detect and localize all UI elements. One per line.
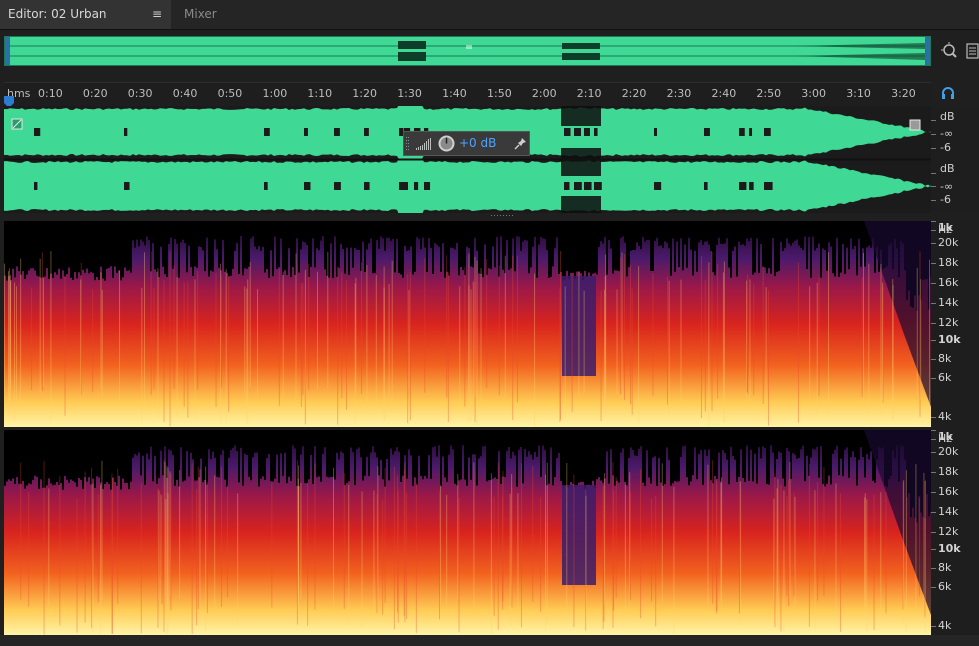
hz-label: 14k (938, 296, 959, 309)
spectral-display-ch1[interactable] (4, 221, 931, 427)
db-scale: dB -∞ -6 dB -∞ -6 (931, 106, 979, 213)
hz-label: 12k (938, 525, 959, 538)
ruler-label: 3:20 (891, 87, 916, 100)
ruler-label: 1:40 (442, 87, 467, 100)
ruler-label: 2:10 (576, 87, 602, 100)
hz-scale-ch2: Hz 20k 18k 16k 14k 12k 10k 8k 6k 4k 1k (931, 430, 979, 635)
overview-right-handle[interactable] (925, 37, 930, 65)
overview-left-handle[interactable] (5, 37, 10, 65)
hz-label: 8k (938, 352, 952, 365)
spectral-display-ch2[interactable] (4, 430, 931, 635)
pin-icon[interactable] (514, 137, 527, 150)
hz-label: 8k (938, 561, 952, 574)
hz-label: 1k (938, 430, 953, 443)
hz-label: 20k (938, 445, 959, 458)
db-unit-ch1: dB (940, 110, 955, 123)
ruler-label: 2:00 (531, 87, 557, 100)
ruler-label: 0:50 (217, 87, 243, 100)
ruler-label: 0:40 (172, 87, 198, 100)
ruler-label: 1:50 (487, 87, 512, 100)
ruler-label: 1:00 (262, 87, 288, 100)
zoom-tool-icon[interactable] (940, 42, 958, 60)
volume-knob-icon[interactable] (438, 135, 455, 152)
waveform-display[interactable] (4, 106, 931, 213)
ruler-label: 2:30 (666, 87, 692, 100)
tab-editor[interactable]: Editor: 02 Urban Tomb.mp3 ≡ (0, 0, 171, 50)
panel-menu-icon[interactable] (966, 42, 979, 60)
hz-label: 18k (938, 465, 959, 478)
hz-label: 16k (938, 485, 959, 498)
hz-label: 6k (938, 580, 952, 593)
tab-menu-icon[interactable]: ≡ (152, 0, 162, 29)
tab-mixer[interactable]: Mixer (171, 0, 241, 29)
time-ruler[interactable]: hms 0:10 0:20 0:30 0:40 0:50 1:00 1:10 1:20 1:30… (4, 82, 931, 108)
db-minus6-ch1: -6 (940, 141, 951, 154)
amplitude-value[interactable]: +0 dB (459, 136, 496, 150)
hz-scale-ch1: Hz 20k 18k 16k 14k 12k 10k 8k 6k 4k 1k (931, 221, 979, 427)
hz-label: 10k (938, 333, 961, 346)
hz-label: 16k (938, 276, 959, 289)
db-unit-ch2: dB (940, 162, 955, 175)
db-inf-ch2: -∞ (940, 180, 954, 193)
ruler-label: 3:00 (801, 87, 826, 100)
spectral-graphic-ch1 (4, 221, 931, 427)
overview-waveform[interactable] (4, 36, 931, 66)
hz-label: 4k (938, 410, 952, 423)
tab-bar: Editor: 02 Urban Tomb.mp3 ≡ Mixer (0, 0, 979, 50)
hz-label: 4k (938, 619, 952, 632)
ruler-label: 1:10 (307, 87, 333, 100)
ruler-label: 0:30 (127, 87, 153, 100)
grip-icon[interactable] (406, 136, 410, 151)
ruler-label: 2:50 (756, 87, 782, 100)
ruler-label: 2:40 (711, 87, 737, 100)
ruler-label: 0:20 (82, 87, 108, 100)
tab-mixer-label: Mixer (184, 7, 217, 21)
ruler-label: 1:30 (397, 87, 422, 100)
db-minus6-ch2: -6 (940, 193, 951, 206)
ruler-label: 3:10 (846, 87, 871, 100)
hz-label: 6k (938, 371, 952, 384)
hz-label: 18k (938, 256, 959, 269)
overview-waveform-graphic (5, 41, 930, 61)
waveform-graphic (4, 106, 931, 213)
db-inf-ch1: -∞ (940, 127, 954, 140)
ruler-label: 2:20 (621, 87, 647, 100)
hz-label: 12k (938, 316, 959, 329)
panel-resize-handle[interactable] (490, 214, 516, 218)
ruler-label: 0:10 (38, 87, 63, 100)
hz-label: 20k (938, 236, 959, 249)
hz-label: 14k (938, 505, 959, 518)
amplitude-hud[interactable]: +0 dB (403, 131, 530, 156)
spectral-graphic-ch2 (4, 430, 931, 635)
hz-label: 1k (938, 221, 953, 234)
fade-out-handle-icon[interactable] (909, 119, 921, 131)
hz-label: 10k (938, 542, 961, 555)
headphone-icon[interactable] (941, 86, 955, 100)
bottom-bar (0, 635, 979, 646)
ruler-label: 1:20 (352, 87, 377, 100)
level-meter-icon (416, 138, 431, 150)
